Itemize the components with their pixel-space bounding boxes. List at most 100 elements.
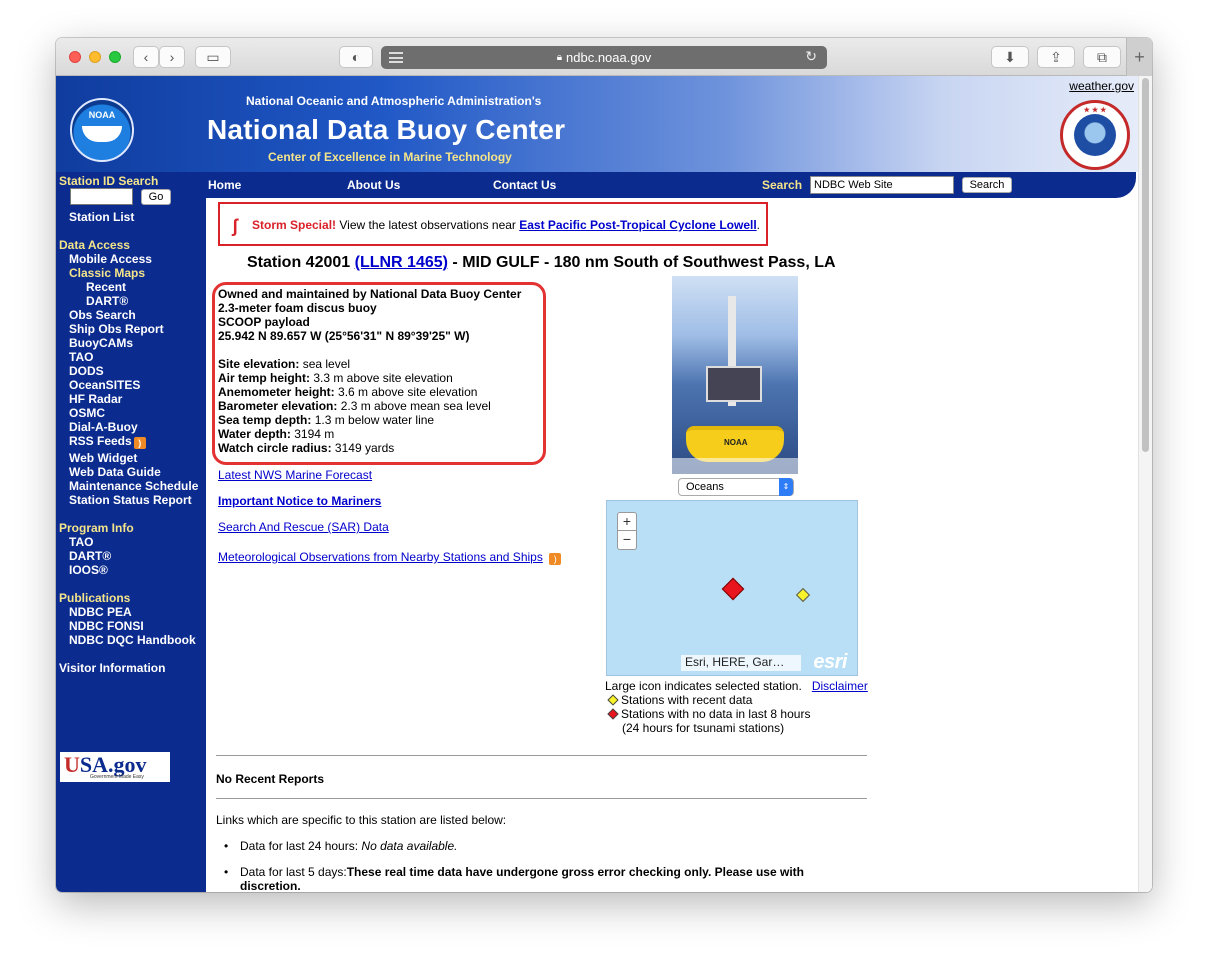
last24-label: Data for last 24 hours: <box>240 839 362 853</box>
sidebar-item-hf-radar[interactable]: HF Radar <box>69 392 122 406</box>
station-map[interactable]: + − Esri, HERE, Gar… esri <box>606 500 858 676</box>
site-search-input[interactable] <box>810 176 954 194</box>
storm-special-body: View the latest observations near <box>336 218 520 232</box>
rss-icon[interactable]: ) <box>549 553 562 565</box>
nws-logo[interactable]: ★ ★ ★ <box>1060 100 1130 170</box>
sidebar-item-mobile-access[interactable]: Mobile Access <box>69 252 152 266</box>
rss-feeds-label: RSS Feeds <box>69 434 132 448</box>
sidebar-item-web-widget[interactable]: Web Widget <box>69 451 137 465</box>
buoy-hull-label: NOAA <box>724 438 748 447</box>
sidebar-item-ship-obs[interactable]: Ship Obs Report <box>69 322 164 336</box>
back-button[interactable]: ‹ <box>133 46 159 68</box>
browser-window: ‹ › ▭ ◐ 🔒︎ ndbc.noaa.gov ↻ ⬇ ⇪ ⧉ + NOAA … <box>56 38 1152 892</box>
map-attribution[interactable]: Esri, HERE, Gar… <box>681 655 801 671</box>
sea-foam <box>672 458 798 474</box>
sidebar-item-recent[interactable]: Recent <box>86 280 126 294</box>
legend-nodata-row: Stations with no data in last 8 hours <box>607 707 810 721</box>
privacy-shield-button[interactable]: ◐ <box>339 46 373 68</box>
nws-emblem-icon <box>1074 114 1116 156</box>
download-icon: ⬇ <box>1004 48 1016 65</box>
sidebar-item-dqc-handbook[interactable]: NDBC DQC Handbook <box>69 633 196 647</box>
sidebar-item-osmc[interactable]: OSMC <box>69 406 105 420</box>
sidebar-item-program-tao[interactable]: TAO <box>69 535 93 549</box>
sidebar-item-station-list[interactable]: Station List <box>69 210 134 224</box>
sidebar-item-visitor-info[interactable]: Visitor Information <box>59 661 165 675</box>
chevron-right-icon: › <box>169 49 175 65</box>
met-obs-link[interactable]: Meteorological Observations from Nearby … <box>218 550 543 564</box>
site-tagline: Center of Excellence in Marine Technolog… <box>268 150 512 164</box>
sidebar-item-ioos[interactable]: IOOS® <box>69 563 108 577</box>
forward-button[interactable]: › <box>159 46 185 68</box>
shield-icon: ◐ <box>351 49 361 65</box>
sidebar-item-dial-a-buoy[interactable]: Dial-A-Buoy <box>69 420 138 434</box>
llnr-link[interactable]: (LLNR 1465) <box>355 254 448 271</box>
detail-value: 3149 yards <box>331 441 395 455</box>
sidebar-item-dart-map[interactable]: DART® <box>86 294 128 308</box>
scrollbar-thumb[interactable] <box>1142 78 1149 452</box>
marine-forecast-link[interactable]: Latest NWS Marine Forecast <box>218 468 372 482</box>
storm-special-link[interactable]: East Pacific Post-Tropical Cyclone Lowel… <box>519 218 756 232</box>
select-arrows-icon: ⇕ <box>779 478 793 496</box>
site-search-button[interactable]: Search <box>962 177 1012 193</box>
reload-icon[interactable]: ↻ <box>805 48 817 65</box>
tabs-overview-button[interactable]: ⧉ <box>1083 46 1121 68</box>
site-title[interactable]: National Data Buoy Center <box>207 114 565 146</box>
sidebar-item-dods[interactable]: DODS <box>69 364 104 378</box>
sidebar-item-tao[interactable]: TAO <box>69 350 93 364</box>
chevron-left-icon: ‹ <box>143 49 149 65</box>
sidebar-item-classic-maps[interactable]: Classic Maps <box>69 266 145 280</box>
detail-site-elevation: Site elevation: sea level <box>218 357 350 371</box>
station-id-input[interactable] <box>70 188 133 205</box>
reader-mode-icon[interactable] <box>389 52 403 63</box>
buoy-photo: NOAA <box>672 276 798 474</box>
nav-about[interactable]: About Us <box>347 178 400 192</box>
sidebar-toggle-button[interactable]: ▭ <box>195 46 231 68</box>
detail-label: Water depth: <box>218 427 291 441</box>
map-layer-value: Oceans <box>686 481 724 493</box>
station-title-suffix: - MID GULF - 180 nm South of Southwest P… <box>447 254 836 271</box>
sidebar-item-ndbc-fonsi[interactable]: NDBC FONSI <box>69 619 144 633</box>
usagov-logo[interactable]: USA.gov Government Made Easy <box>60 752 170 782</box>
zoom-out-button[interactable]: − <box>618 531 636 549</box>
station-marker[interactable] <box>795 587 811 603</box>
hurricane-icon: ʃ <box>232 216 238 236</box>
downloads-button[interactable]: ⬇ <box>991 46 1029 68</box>
close-window-button[interactable] <box>69 51 81 63</box>
nav-contact[interactable]: Contact Us <box>493 178 556 192</box>
detail-label: Watch circle radius: <box>218 441 332 455</box>
selected-station-marker[interactable] <box>721 577 745 601</box>
noaa-logo[interactable]: NOAA <box>70 98 134 162</box>
sidebar-item-ndbc-pea[interactable]: NDBC PEA <box>69 605 132 619</box>
sidebar-item-web-data-guide[interactable]: Web Data Guide <box>69 465 161 479</box>
nav-home[interactable]: Home <box>208 178 241 192</box>
detail-value: 3194 m <box>290 427 335 441</box>
disclaimer-link[interactable]: Disclaimer <box>812 679 868 693</box>
sidebar-item-station-status[interactable]: Station Status Report <box>69 493 192 507</box>
sidebar-item-oceansites[interactable]: OceanSITES <box>69 378 140 392</box>
sidebar-item-rss-feeds[interactable]: RSS Feeds) <box>69 434 146 449</box>
station-go-button[interactable]: Go <box>141 189 171 205</box>
notice-to-mariners-link[interactable]: Important Notice to Mariners <box>218 494 381 508</box>
map-layer-select[interactable]: Oceans ⇕ <box>678 478 794 496</box>
buoy-solar-panel <box>706 366 762 402</box>
detail-value: 1.3 m below water line <box>311 413 435 427</box>
weather-gov-link[interactable]: weather.gov <box>1069 79 1134 93</box>
detail-label: Barometer elevation: <box>218 399 338 413</box>
zoom-window-button[interactable] <box>109 51 121 63</box>
last5-label: Data for last 5 days: <box>240 865 347 879</box>
minimize-window-button[interactable] <box>89 51 101 63</box>
new-tab-button[interactable]: + <box>1126 38 1152 76</box>
station-title-prefix: Station 42001 <box>247 254 355 271</box>
usagov-slogan: Government Made Easy <box>90 774 144 780</box>
page-scrollbar[interactable] <box>1138 76 1152 892</box>
address-bar[interactable]: 🔒︎ ndbc.noaa.gov ↻ <box>381 46 827 69</box>
sar-data-link[interactable]: Search And Rescue (SAR) Data <box>218 520 389 534</box>
sidebar-item-program-dart[interactable]: DART® <box>69 549 111 563</box>
zoom-in-button[interactable]: + <box>618 513 636 531</box>
noaa-logo-text: NOAA <box>88 110 116 120</box>
share-button[interactable]: ⇪ <box>1037 46 1075 68</box>
sidebar-item-obs-search[interactable]: Obs Search <box>69 308 136 322</box>
detail-watch-circle: Watch circle radius: 3149 yards <box>218 441 394 455</box>
sidebar-item-buoycams[interactable]: BuoyCAMs <box>69 336 133 350</box>
sidebar-item-maintenance[interactable]: Maintenance Schedule <box>69 479 198 493</box>
